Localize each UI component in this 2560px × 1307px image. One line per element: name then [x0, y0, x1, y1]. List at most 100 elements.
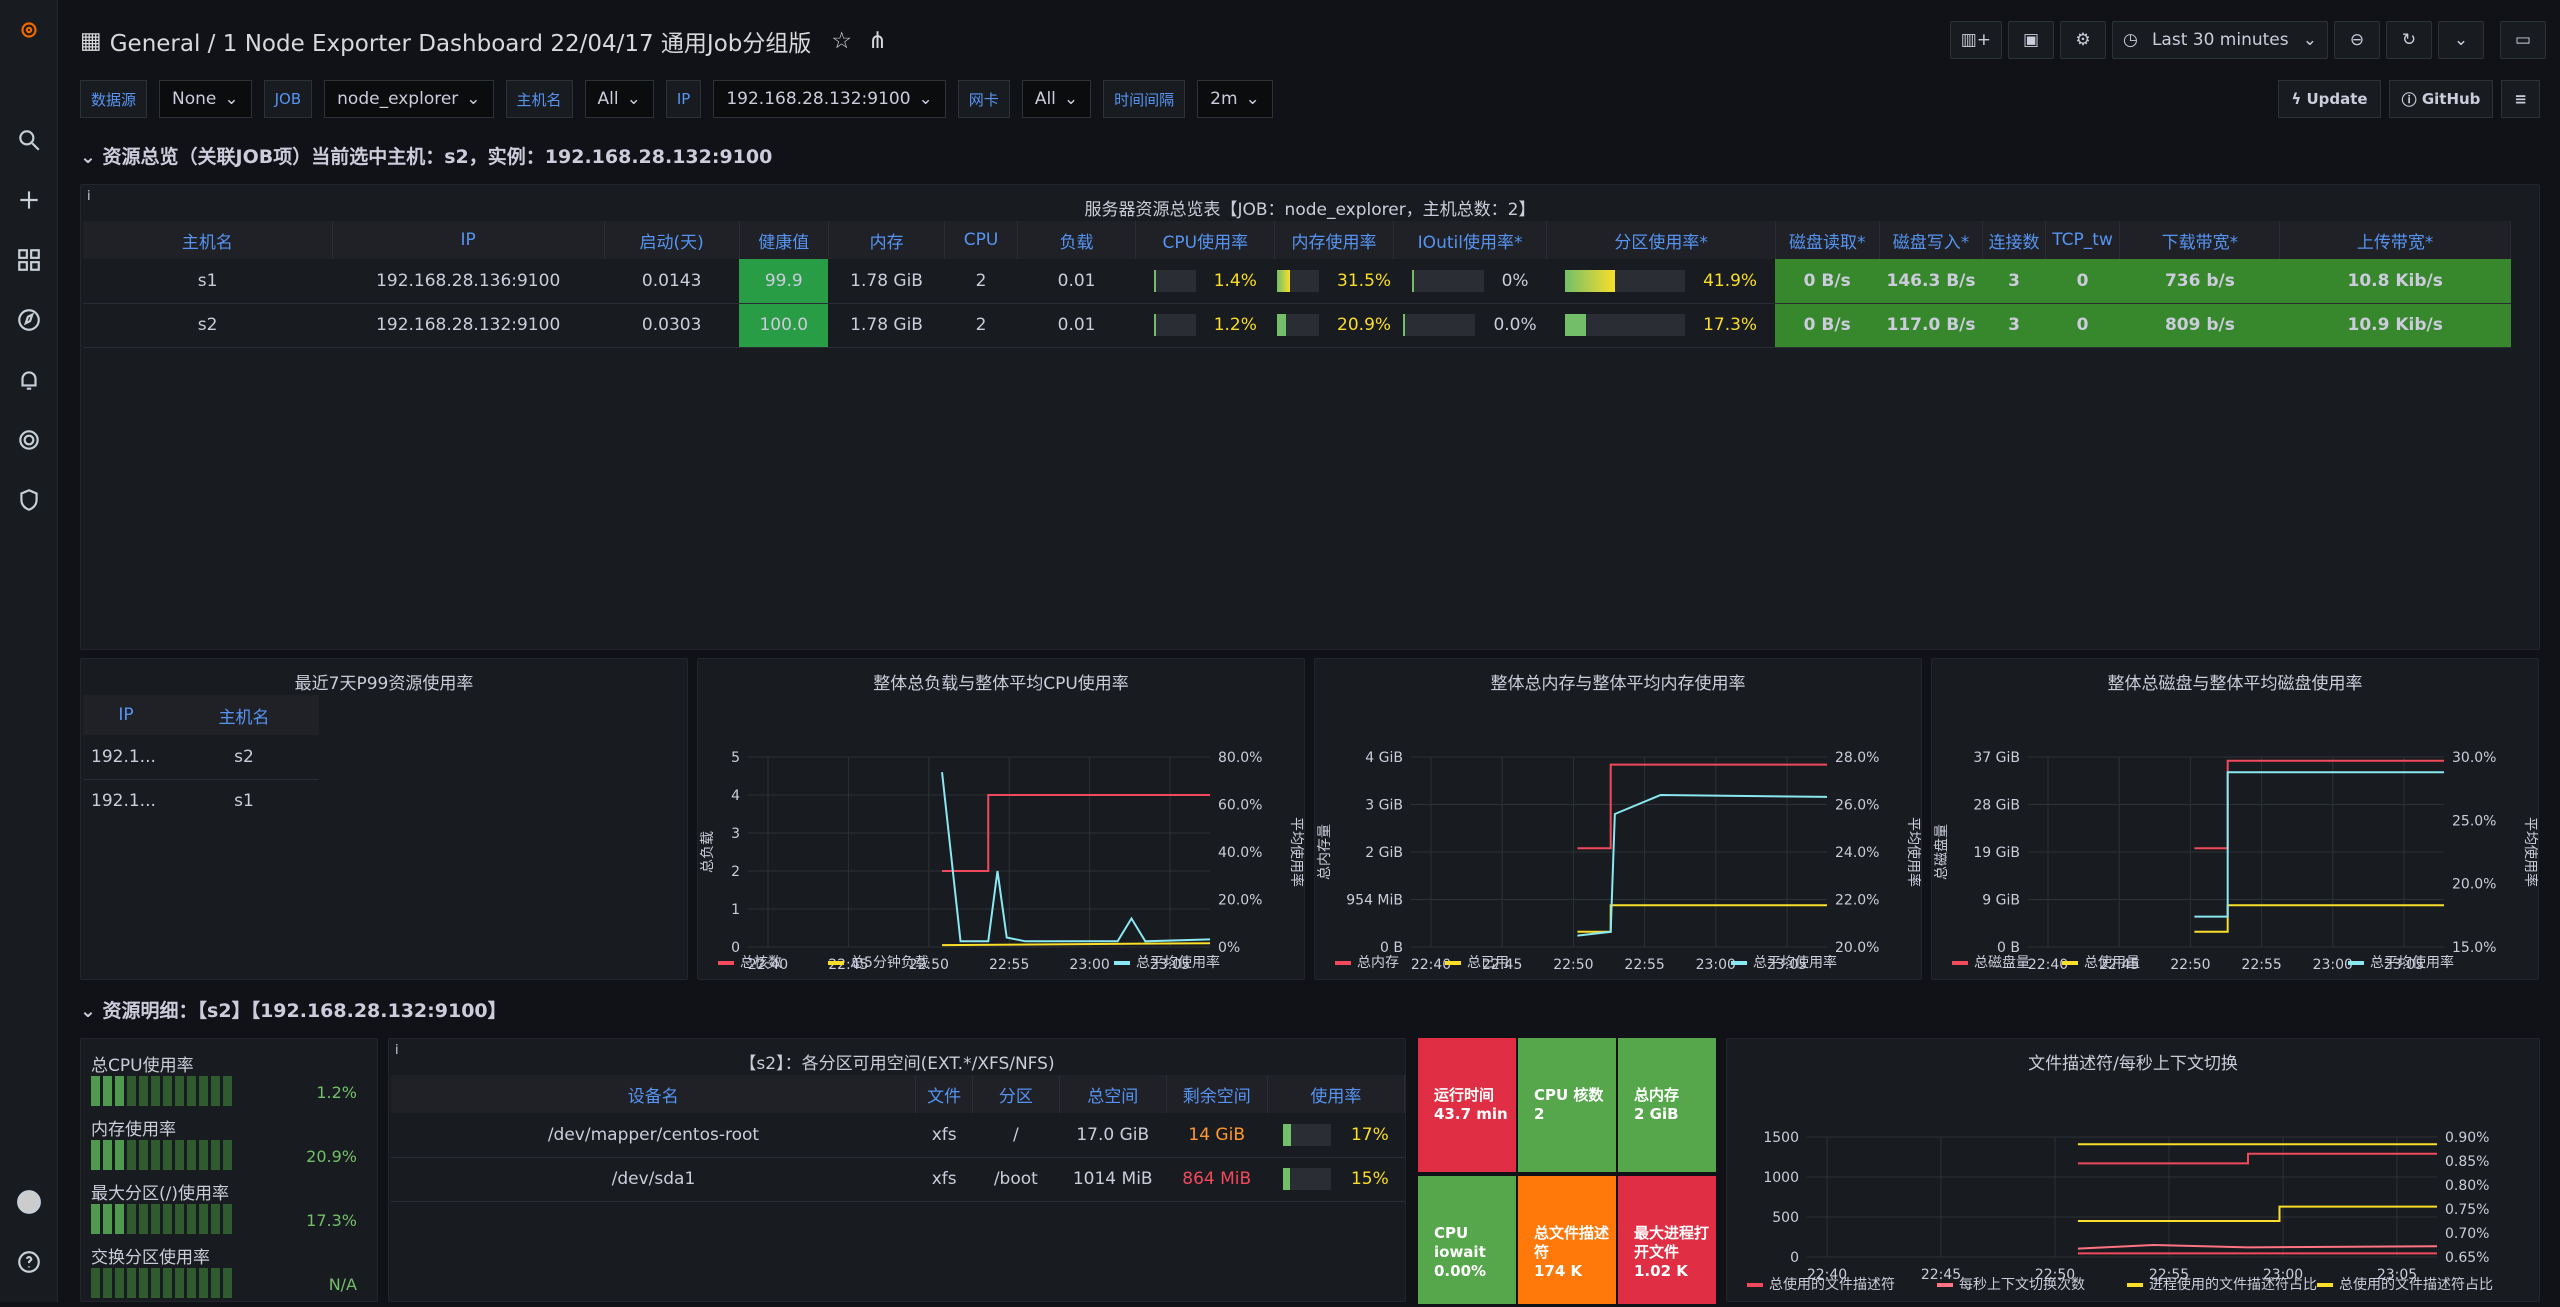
refresh-icon[interactable]: ↻	[2386, 21, 2432, 59]
col-header[interactable]: 健康值	[739, 221, 829, 259]
github-link[interactable]: ⓘ GitHub	[2388, 80, 2494, 118]
var-label-interval: 时间间隔	[1103, 80, 1186, 118]
legend-label[interactable]: 总已用	[1467, 955, 1509, 971]
update-link[interactable]: ϟ Update	[2278, 80, 2381, 118]
var-select-ip[interactable]: 192.168.28.132:9100 ⌄	[713, 80, 946, 118]
col-header[interactable]: 连接数	[1982, 221, 2046, 259]
legend-label[interactable]: 总内存	[1357, 955, 1399, 971]
col-header[interactable]: 设备名	[391, 1075, 917, 1113]
y2-tick-label: 0.70%	[2445, 1226, 2489, 1242]
time-picker[interactable]: ◷ Last 30 minutes ⌄	[2112, 21, 2328, 59]
col-header[interactable]: 分区使用率*	[1546, 221, 1776, 259]
plus-icon[interactable]	[13, 184, 45, 216]
tv-mode-icon[interactable]: ▭	[2500, 21, 2546, 59]
legend-label[interactable]: 总核数	[740, 955, 782, 971]
legend-label[interactable]: 总平均使用率	[1136, 954, 1220, 971]
var-select-interval[interactable]: 2m ⌄	[1197, 80, 1273, 118]
legend-label[interactable]: 每秒上下文切换次数	[1959, 1276, 2085, 1293]
cell: 1014 MiB	[1059, 1157, 1167, 1202]
col-header[interactable]: 内存	[828, 221, 946, 259]
col-header[interactable]: 主机名	[83, 221, 333, 259]
y2-tick-label: 0.65%	[2445, 1250, 2489, 1266]
gauge-value: N/A	[328, 1275, 357, 1294]
col-header[interactable]: CPU使用率	[1135, 221, 1276, 259]
stat-tile[interactable]: CPU iowait 0.00%	[1418, 1176, 1516, 1304]
col-header[interactable]: 磁盘写入*	[1879, 221, 1984, 259]
x-tick-label: 23:00	[1696, 957, 1736, 973]
add-panel-button[interactable]: ▥+	[1949, 21, 2002, 59]
alerting-bell-icon[interactable]	[13, 364, 45, 396]
legend-label[interactable]: 总平均使用率	[1753, 954, 1837, 971]
col-header[interactable]: IP	[332, 221, 605, 259]
col-header[interactable]: CPU	[944, 221, 1018, 259]
var-select-job[interactable]: node_explorer ⌄	[324, 80, 494, 118]
var-select-nic[interactable]: All ⌄	[1021, 80, 1092, 118]
stat-tile[interactable]: 总内存 2 GiB	[1618, 1038, 1716, 1172]
col-header[interactable]: 磁盘读取*	[1775, 221, 1880, 259]
stat-value: 0.00%	[1434, 1262, 1487, 1280]
search-icon[interactable]	[13, 124, 45, 156]
legend-label[interactable]: 总平均使用率	[2370, 954, 2454, 971]
cell: 192.1...	[91, 746, 156, 767]
col-hostname[interactable]: 主机名	[169, 695, 319, 735]
save-icon[interactable]: ▣	[2008, 21, 2054, 59]
share-icon[interactable]: ⋔	[868, 28, 887, 54]
table-row: /dev/mapper/centos-root xfs/17.0 GiB 14 Gi…	[391, 1113, 1405, 1158]
stat-tile[interactable]: 运行时间 43.7 min	[1418, 1038, 1516, 1172]
panel-info-icon[interactable]: i	[87, 189, 91, 204]
col-header[interactable]: 下载带宽*	[2119, 221, 2281, 259]
row-header-detail[interactable]: ⌄ 资源明细：【s2】【192.168.28.132:9100】	[80, 996, 507, 1023]
col-header[interactable]: 分区	[972, 1075, 1060, 1113]
cell: 192.168.28.132:9100	[332, 303, 605, 348]
legend-label[interactable]: 总5分钟负载	[850, 954, 929, 971]
col-header[interactable]: 总空间	[1059, 1075, 1167, 1113]
grafana-logo[interactable]	[13, 14, 45, 46]
menu-icon[interactable]: ≡	[2501, 80, 2540, 118]
cell-value: 17.3%	[1703, 315, 1758, 335]
legend-label[interactable]: 总使用的文件描述符占比	[2339, 1276, 2493, 1293]
cell: 192.168.28.136:9100	[332, 259, 605, 304]
col-header[interactable]: 内存使用率	[1274, 221, 1394, 259]
y-tick-label: 4	[731, 788, 740, 804]
legend-label[interactable]: 总使用的文件描述符	[1769, 1276, 1895, 1293]
legend-label[interactable]: 总磁盘量	[1974, 954, 2030, 971]
col-header[interactable]: 上传带宽*	[2279, 221, 2511, 259]
col-header[interactable]: TCP_tw	[2045, 221, 2121, 259]
stat-tile[interactable]: 总文件描述符 174 K	[1518, 1176, 1616, 1304]
stat-value: 174 K	[1534, 1262, 1583, 1280]
cell: 31.5%	[1274, 259, 1394, 304]
var-select-datasource[interactable]: None ⌄	[159, 80, 252, 118]
col-header[interactable]: 文件	[915, 1075, 973, 1113]
col-header[interactable]: IOutil使用率*	[1393, 221, 1548, 259]
explore-icon[interactable]	[13, 304, 45, 336]
avatar[interactable]	[13, 1186, 45, 1218]
var-select-hostname[interactable]: All ⌄	[584, 80, 654, 118]
legend-label[interactable]: 总使用量	[2084, 954, 2140, 971]
gear-icon[interactable]	[13, 424, 45, 456]
refresh-interval-chevron-icon[interactable]: ⌄	[2438, 21, 2484, 59]
zoom-out-icon[interactable]: ⊖	[2334, 21, 2380, 59]
breadcrumb[interactable]: General / 1 Node Exporter Dashboard 22/0…	[110, 24, 812, 58]
y2-tick-label: 15.0%	[2452, 940, 2496, 956]
legend-label[interactable]: 进程使用的文件描述符占比	[2149, 1276, 2317, 1293]
stat-tile[interactable]: 最大进程打开文件 1.02 K	[1618, 1176, 1716, 1304]
panel-info-icon[interactable]: i	[395, 1043, 399, 1058]
col-header[interactable]: 使用率	[1267, 1075, 1406, 1113]
dashboards-icon[interactable]	[13, 244, 45, 276]
cell: 0	[2045, 259, 2120, 304]
series-line	[1577, 904, 1827, 933]
var-label-datasource: 数据源	[80, 80, 148, 118]
cell: 14 GiB	[1166, 1113, 1268, 1158]
cell-value: 1.2%	[1213, 315, 1257, 335]
help-icon[interactable]	[13, 1246, 45, 1278]
settings-gear-icon[interactable]: ⚙	[2060, 21, 2106, 59]
stat-tile[interactable]: CPU 核数 2	[1518, 1038, 1616, 1172]
legend-swatch	[1747, 1283, 1763, 1287]
col-header[interactable]: 负载	[1017, 221, 1137, 259]
col-header[interactable]: 启动(天)	[604, 221, 740, 259]
col-header[interactable]: 剩余空间	[1166, 1075, 1268, 1113]
row-header-overview[interactable]: ⌄ 资源总览（关联JOB项）当前选中主机：s2，实例：192.168.28.13…	[80, 142, 772, 169]
col-ip[interactable]: IP	[83, 695, 169, 735]
shield-icon[interactable]	[13, 484, 45, 516]
star-icon[interactable]: ☆	[831, 28, 852, 54]
